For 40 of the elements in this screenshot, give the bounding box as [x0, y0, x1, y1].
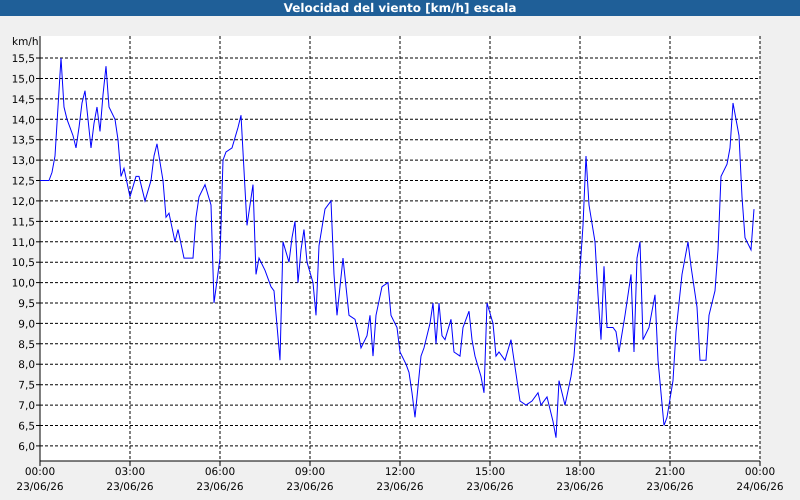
- axis-tick-label: 11,0: [12, 236, 35, 249]
- axis-tick-label: 11,5: [12, 216, 35, 228]
- date-label: 23/06/26: [106, 481, 154, 493]
- axis-tick-label: 15,5: [12, 53, 35, 65]
- axis-tick-label: 14,5: [12, 94, 35, 106]
- y-axis-unit-label: km/h: [12, 36, 39, 48]
- date-label: 23/06/26: [646, 481, 694, 493]
- axis-tick-label: 9,5: [18, 298, 35, 310]
- axis-tick-label: 18:00: [564, 466, 596, 478]
- date-label: 23/06/26: [556, 481, 604, 493]
- axis-tick-label: 13,0: [12, 155, 35, 168]
- axis-tick-label: 15:00: [474, 466, 506, 478]
- axis-tick-label: 6,0: [18, 440, 35, 453]
- axis-tick-label: 7,5: [18, 380, 35, 392]
- axis-tick-label: 9,0: [18, 318, 35, 330]
- axis-tick-label: 06:00: [204, 466, 236, 478]
- title-bar: Velocidad del viento [km/h] escala: [0, 0, 800, 16]
- date-label: 23/06/26: [376, 481, 424, 493]
- axis-tick-label: 09:00: [294, 466, 326, 478]
- axis-tick-label: 21:00: [654, 466, 686, 478]
- axis-tick-label: 13,5: [12, 134, 35, 147]
- axis-tick-label: 10,5: [12, 257, 35, 270]
- axis-tick-label: 12,0: [12, 196, 35, 208]
- date-label: 23/06/26: [286, 481, 334, 493]
- axis-tick-label: 14,0: [12, 114, 35, 126]
- date-label: 24/06/26: [736, 481, 784, 493]
- date-label: 23/06/26: [466, 481, 514, 493]
- axis-tick-label: 00:00: [744, 466, 776, 478]
- axis-tick-label: 8,5: [18, 338, 35, 351]
- axis-tick-label: 12,5: [12, 176, 35, 188]
- axis-tick-label: 7,0: [18, 400, 35, 412]
- axis-tick-label: 8,0: [18, 359, 35, 372]
- axis-tick-label: 00:00: [24, 466, 56, 478]
- axis-tick-label: 15,0: [12, 74, 35, 86]
- axis-tick-label: 10,0: [12, 278, 35, 290]
- date-label: 23/06/26: [196, 481, 244, 493]
- axis-tick-label: 6,5: [18, 420, 35, 432]
- axis-tick-label: 03:00: [114, 466, 146, 478]
- date-label: 23/06/26: [16, 481, 64, 493]
- axis-tick-label: 12:00: [384, 466, 416, 478]
